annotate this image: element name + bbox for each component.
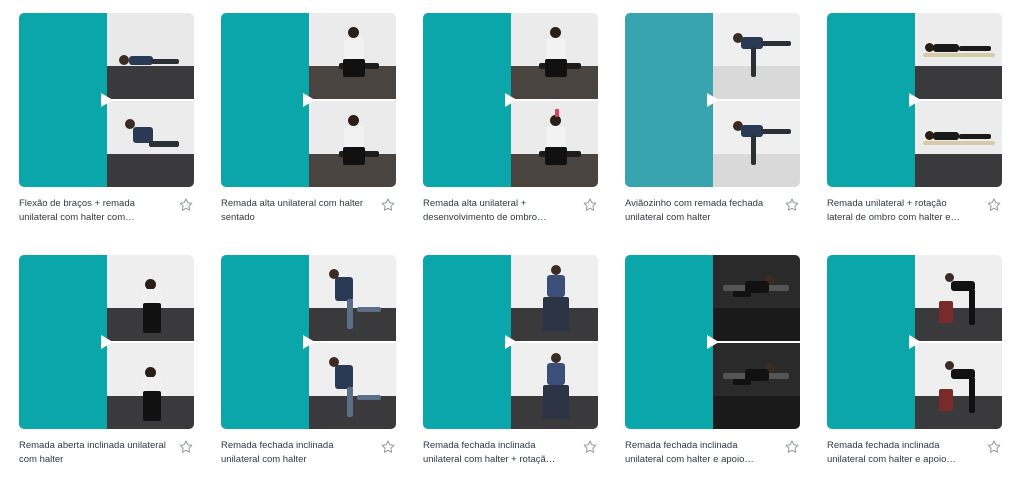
thumbnail-color-panel (221, 13, 309, 187)
exercise-photo (107, 101, 194, 187)
exercise-card[interactable]: Remada fechada inclinada unilateral com … (221, 255, 396, 470)
thumbnail-color-panel (827, 13, 915, 187)
thumbnail-photos (915, 255, 1002, 429)
thumbnail-color-panel (625, 255, 713, 429)
thumbnail-photos (511, 13, 598, 187)
play-icon[interactable] (101, 335, 113, 349)
exercise-thumbnail[interactable] (625, 255, 800, 429)
exercise-thumbnail[interactable] (19, 13, 194, 187)
star-outline-icon[interactable] (986, 197, 1002, 213)
star-outline-icon[interactable] (582, 197, 598, 213)
exercise-photo (309, 13, 396, 99)
play-icon[interactable] (707, 335, 719, 349)
star-outline-icon[interactable] (784, 197, 800, 213)
thumbnail-photos (107, 255, 194, 429)
exercise-title[interactable]: Remada alta unilateral com halter sentad… (221, 197, 369, 225)
exercise-photo (309, 343, 396, 429)
exercise-photo (915, 13, 1002, 99)
thumbnail-photos (309, 255, 396, 429)
exercise-photo (713, 255, 800, 341)
exercise-photo (713, 101, 800, 187)
play-icon[interactable] (505, 335, 517, 349)
exercise-photo (107, 343, 194, 429)
thumbnail-color-panel (423, 13, 511, 187)
exercise-photo (107, 255, 194, 341)
play-icon[interactable] (909, 335, 921, 349)
exercise-thumbnail[interactable] (423, 255, 598, 429)
exercise-card[interactable]: Remada alta unilateral com halter sentad… (221, 13, 396, 228)
exercise-title[interactable]: Remada fechada inclinada unilateral com … (423, 439, 571, 467)
exercise-thumbnail[interactable] (827, 13, 1002, 187)
exercise-card[interactable]: Remada unilateral + rotação lateral de o… (827, 13, 1002, 228)
exercise-title[interactable]: Aviãozinho com remada fechada unilateral… (625, 197, 773, 225)
star-outline-icon[interactable] (582, 439, 598, 455)
exercise-title[interactable]: Remada aberta inclinada unilateral com h… (19, 439, 167, 467)
play-icon[interactable] (505, 93, 517, 107)
exercise-title[interactable]: Remada fechada inclinada unilateral com … (827, 439, 975, 467)
exercise-photo (915, 255, 1002, 341)
exercise-photo (309, 101, 396, 187)
exercise-title[interactable]: Remada fechada inclinada unilateral com … (221, 439, 369, 467)
thumbnail-color-panel (221, 255, 309, 429)
exercise-photo (511, 13, 598, 99)
exercise-thumbnail[interactable] (221, 255, 396, 429)
play-icon[interactable] (303, 93, 315, 107)
exercise-card[interactable]: Flexão de braços + remada unilateral com… (19, 13, 194, 228)
thumbnail-color-panel (19, 255, 107, 429)
exercise-card[interactable]: Remada fechada inclinada unilateral com … (625, 255, 800, 470)
exercise-thumbnail[interactable] (19, 255, 194, 429)
star-outline-icon[interactable] (178, 439, 194, 455)
exercise-thumbnail[interactable] (423, 13, 598, 187)
exercise-title[interactable]: Remada fechada inclinada unilateral com … (625, 439, 773, 467)
exercise-photo (107, 13, 194, 99)
exercise-card[interactable]: Remada fechada inclinada unilateral com … (827, 255, 1002, 470)
exercise-card[interactable]: Remada fechada inclinada unilateral com … (423, 255, 598, 470)
thumbnail-photos (511, 255, 598, 429)
exercise-photo (511, 101, 598, 187)
exercise-photo (309, 255, 396, 341)
thumbnail-photos (713, 13, 800, 187)
exercise-card[interactable]: Remada aberta inclinada unilateral com h… (19, 255, 194, 470)
star-outline-icon[interactable] (380, 439, 396, 455)
exercise-thumbnail[interactable] (827, 255, 1002, 429)
exercise-photo (915, 343, 1002, 429)
star-outline-icon[interactable] (784, 439, 800, 455)
star-outline-icon[interactable] (986, 439, 1002, 455)
thumbnail-color-panel (827, 255, 915, 429)
thumbnail-color-panel (19, 13, 107, 187)
thumbnail-photos (915, 13, 1002, 187)
exercise-card[interactable]: Aviãozinho com remada fechada unilateral… (625, 13, 800, 228)
play-icon[interactable] (303, 335, 315, 349)
thumbnail-photos (713, 255, 800, 429)
exercise-photo (713, 13, 800, 99)
exercise-title[interactable]: Remada unilateral + rotação lateral de o… (827, 197, 975, 225)
exercise-thumbnail[interactable] (221, 13, 396, 187)
thumbnail-color-panel (423, 255, 511, 429)
exercise-photo (511, 255, 598, 341)
exercise-photo (915, 101, 1002, 187)
play-icon[interactable] (909, 93, 921, 107)
exercise-title[interactable]: Remada alta unilateral + desenvolvimento… (423, 197, 571, 225)
exercise-card[interactable]: Remada alta unilateral + desenvolvimento… (423, 13, 598, 228)
thumbnail-color-panel (625, 13, 713, 187)
exercise-row: Remada aberta inclinada unilateral com h… (19, 255, 1009, 475)
star-outline-icon[interactable] (178, 197, 194, 213)
play-icon[interactable] (101, 93, 113, 107)
star-outline-icon[interactable] (380, 197, 396, 213)
exercise-row: Flexão de braços + remada unilateral com… (19, 13, 1009, 233)
exercise-photo (713, 343, 800, 429)
play-icon[interactable] (707, 93, 719, 107)
thumbnail-photos (107, 13, 194, 187)
exercise-photo (511, 343, 598, 429)
thumbnail-photos (309, 13, 396, 187)
exercise-thumbnail[interactable] (625, 13, 800, 187)
exercise-title[interactable]: Flexão de braços + remada unilateral com… (19, 197, 167, 225)
